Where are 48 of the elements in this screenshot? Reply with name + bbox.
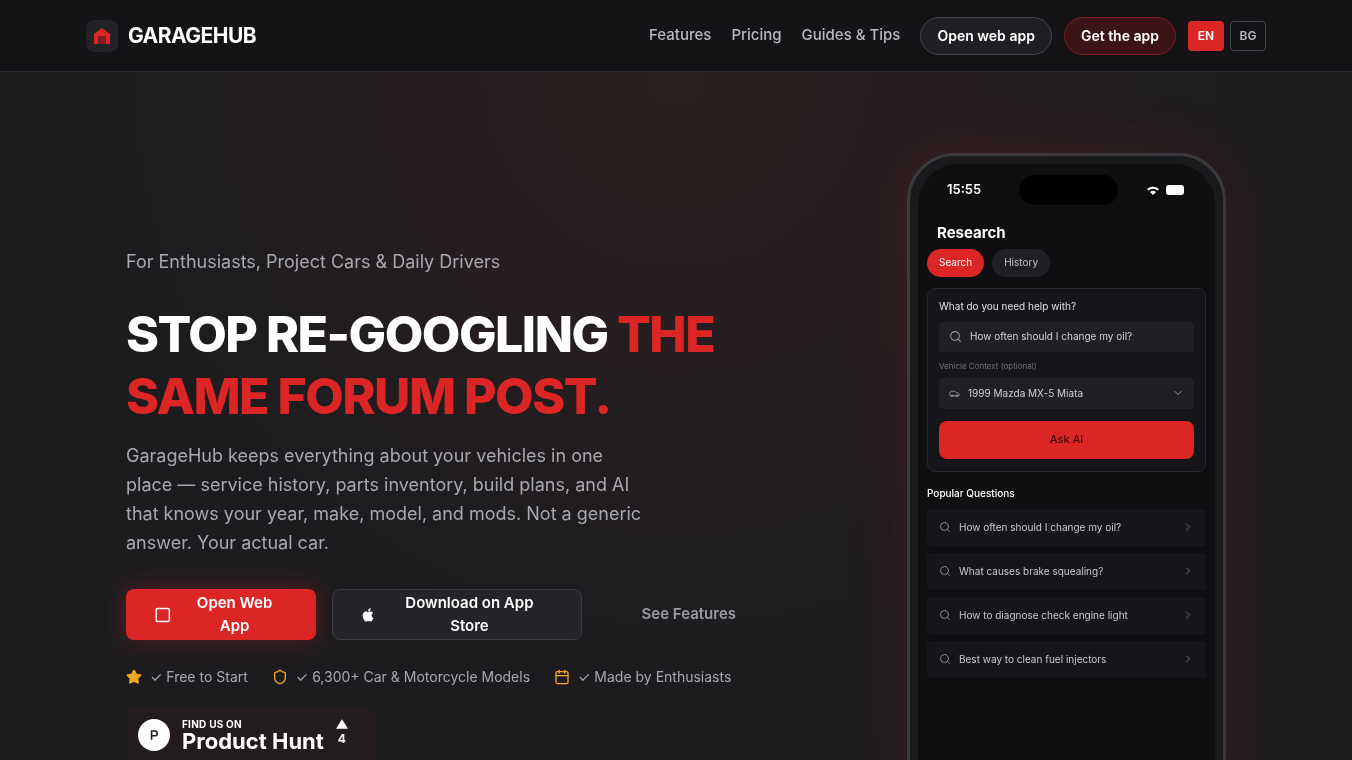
- shield-icon: [271, 668, 288, 685]
- screen-tab[interactable]: History: [992, 248, 1051, 277]
- window-icon: [154, 605, 172, 624]
- vehicle-select[interactable]: 1999 Mazda MX-5 Miata: [939, 377, 1194, 409]
- upvote-icon: [335, 719, 348, 729]
- app-store-button[interactable]: Download on App Store: [331, 589, 582, 640]
- star-icon: [126, 668, 142, 685]
- get-app-button[interactable]: Get the app: [1063, 16, 1176, 55]
- product-hunt-eyebrow: FIND US ON: [182, 719, 243, 729]
- vote-count: 4: [337, 733, 346, 745]
- question-row[interactable]: What causes brake squealing?: [927, 552, 1206, 590]
- hero-eyebrow: For Enthusiasts, Project Cars & Daily Drivers: [126, 250, 502, 274]
- question-label: What do you need help with?: [939, 298, 1078, 314]
- nav-link[interactable]: Guides & Tips: [801, 24, 901, 47]
- search-icon: [949, 330, 962, 343]
- calendar-icon: [554, 668, 571, 685]
- product-hunt-name: Product Hunt: [182, 730, 324, 752]
- search-icon: [939, 609, 951, 621]
- screen-title: Research: [937, 222, 1007, 244]
- brand-name: GARAGEHUB: [128, 21, 257, 50]
- question-row[interactable]: How often should I change my oil?: [927, 508, 1206, 546]
- vehicle-label: Vehicle Context (optional): [939, 359, 1038, 372]
- search-icon: [939, 565, 951, 577]
- feature-label: ✓ 6,300+ Car & Motorcycle Models: [295, 667, 531, 687]
- language-button[interactable]: BG: [1230, 20, 1266, 51]
- question-row[interactable]: How to diagnose check engine light: [927, 596, 1206, 634]
- product-hunt-icon: [138, 719, 170, 751]
- open-web-app-button[interactable]: Open web app: [920, 16, 1052, 55]
- logo-icon: [86, 19, 118, 52]
- search-icon: [939, 521, 951, 533]
- feature-label: ✓ Free to Start: [150, 667, 248, 687]
- screen-tab[interactable]: Search: [927, 248, 985, 277]
- status-time: 15:55: [947, 180, 982, 200]
- ask-ai-button[interactable]: Ask AI: [939, 420, 1194, 459]
- feature-label: ✓ Made by Enthusiasts: [578, 667, 732, 687]
- search-icon: [939, 653, 951, 665]
- question-row[interactable]: Best way to clean fuel injectors: [927, 640, 1206, 678]
- nav-link[interactable]: Features: [649, 24, 712, 47]
- see-features-link[interactable]: See Features: [597, 603, 780, 626]
- hero-description: GarageHub keeps everything about your vehicles in one place — service history, parts inventory, build plans, and AI that knows your year, make, model, and mods. Not a generic answer. Your actual car.: [126, 444, 643, 555]
- language-button[interactable]: EN: [1188, 20, 1224, 51]
- hero-headline: STOP RE-GOOGLING THE SAME FORUM POST.: [126, 303, 716, 427]
- section-title: Popular Questions: [927, 485, 1016, 501]
- nav-link[interactable]: Pricing: [731, 24, 782, 47]
- status-icons: [1146, 185, 1186, 195]
- open-web-app-button[interactable]: Open Web App: [126, 589, 316, 640]
- product-hunt-badge[interactable]: FIND US ON Product Hunt 4: [126, 707, 376, 760]
- question-field[interactable]: How often should I change my oil?: [939, 321, 1194, 352]
